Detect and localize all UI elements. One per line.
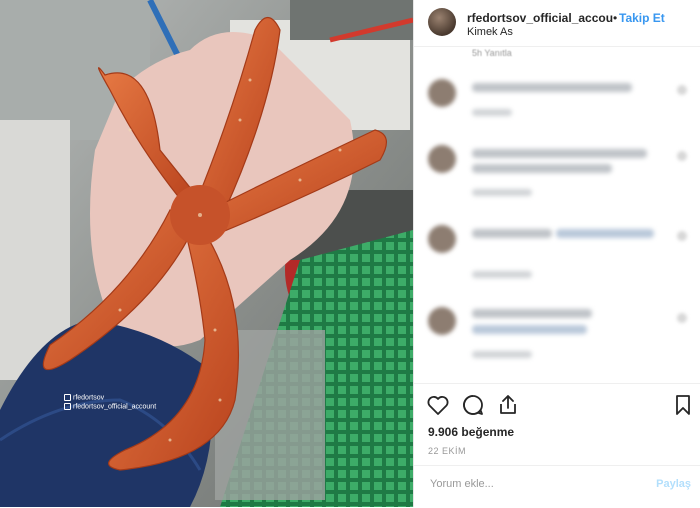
comment-text: [472, 229, 552, 238]
comment-meta: 5h Yanıtla: [472, 48, 512, 58]
comments-list[interactable]: 5h Yanıtla: [414, 47, 700, 383]
avatar: [428, 79, 456, 107]
avatar: [428, 225, 456, 253]
avatar: [428, 145, 456, 173]
list-item: [414, 223, 700, 293]
instagram-icon: [64, 403, 71, 411]
heart-icon[interactable]: [677, 85, 687, 95]
comment-mention: [556, 229, 654, 238]
share-icon[interactable]: [496, 393, 520, 417]
follow-button[interactable]: Takip Et: [619, 11, 665, 25]
like-count[interactable]: 9.906 beğenme: [428, 425, 514, 439]
post-comment-button[interactable]: Paylaş: [656, 478, 691, 490]
bookmark-icon[interactable]: [671, 393, 695, 417]
separator-dot: •: [613, 11, 618, 25]
comment-text: [472, 83, 632, 92]
comment-text: [472, 164, 612, 173]
add-comment-section: Paylaş: [414, 465, 700, 508]
heart-icon[interactable]: [677, 151, 687, 161]
location-link[interactable]: Kimek As: [467, 26, 513, 38]
post-date: 22 EKİM: [428, 446, 467, 456]
list-item: [414, 143, 700, 213]
comment-input[interactable]: [428, 477, 632, 491]
avatar: [428, 307, 456, 335]
comment-text: [472, 309, 592, 318]
photo-watermark: rfedortsov rfedortsov_official_account: [64, 394, 156, 412]
comment-meta: [472, 189, 532, 196]
watermark-icon: [64, 394, 71, 401]
comment-meta: [472, 109, 512, 116]
post-panel: rfedortsov_official_accou • Takip Et Kim…: [413, 0, 700, 507]
comment-mention: [472, 325, 587, 334]
comment-icon[interactable]: [461, 393, 485, 417]
starfish-photo: [0, 0, 413, 507]
comment-meta: [472, 271, 532, 278]
watermark-line-1: rfedortsov: [73, 394, 105, 402]
comment-text: [472, 149, 647, 158]
watermark-line-2: rfedortsov_official_account: [73, 403, 157, 411]
heart-icon[interactable]: [426, 393, 450, 417]
action-bar: [414, 383, 700, 418]
list-item: [414, 305, 700, 375]
username-link[interactable]: rfedortsov_official_accou: [467, 11, 613, 25]
heart-icon[interactable]: [677, 313, 687, 323]
post-photo: rfedortsov rfedortsov_official_account: [0, 0, 413, 507]
avatar[interactable]: [428, 8, 456, 36]
list-item: [414, 77, 700, 147]
post-header: rfedortsov_official_accou • Takip Et Kim…: [414, 0, 700, 47]
comment-meta: [472, 351, 532, 358]
heart-icon[interactable]: [677, 231, 687, 241]
